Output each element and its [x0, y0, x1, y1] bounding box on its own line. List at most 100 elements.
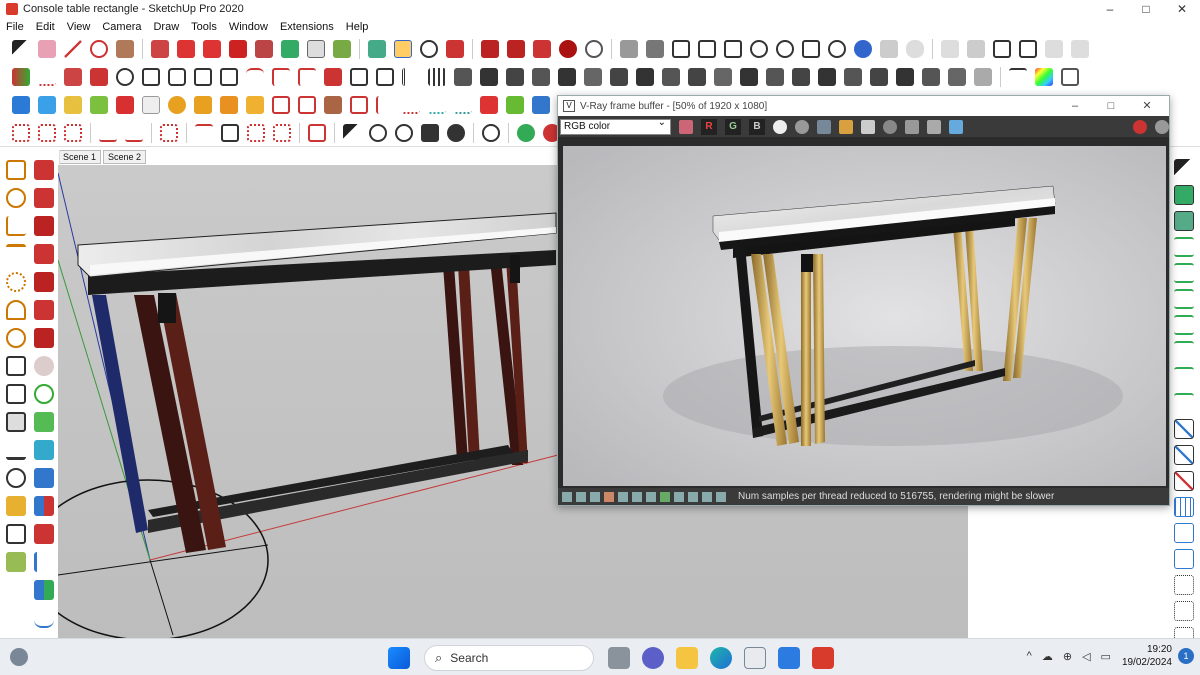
- lock-icon[interactable]: [1071, 40, 1089, 58]
- grid-blue-b-icon[interactable]: [1174, 523, 1194, 543]
- resize-icon[interactable]: [421, 123, 439, 142]
- cross-box-icon[interactable]: [221, 123, 239, 142]
- gray-circle-icon[interactable]: [795, 119, 809, 134]
- lattice-icon[interactable]: [714, 68, 732, 86]
- curves-icon[interactable]: [688, 491, 698, 502]
- line-tool-icon[interactable]: [64, 40, 82, 58]
- menu-tools[interactable]: Tools: [185, 21, 223, 33]
- material-white-icon[interactable]: [142, 96, 160, 114]
- menu-view[interactable]: View: [61, 21, 97, 33]
- tab-scene-2[interactable]: Scene 2: [103, 150, 147, 164]
- left-view-icon[interactable]: [802, 40, 820, 58]
- move-tool-icon[interactable]: [203, 40, 221, 58]
- clock[interactable]: 19:20 19/02/2024: [1122, 643, 1172, 669]
- box-solid-icon[interactable]: [6, 412, 26, 432]
- scatter-icon[interactable]: [12, 123, 30, 142]
- cloud-render-icon[interactable]: [906, 40, 924, 58]
- close-panel-icon[interactable]: [716, 491, 726, 502]
- region-render-icon[interactable]: [905, 119, 919, 134]
- triangle-tool-icon[interactable]: [6, 216, 26, 236]
- polyline-b-icon[interactable]: [125, 124, 143, 142]
- twist-icon[interactable]: [662, 68, 680, 86]
- red-arrow-d-icon[interactable]: [34, 244, 54, 264]
- white-circle-icon[interactable]: [773, 119, 787, 134]
- close-button[interactable]: ✕: [1164, 0, 1200, 18]
- share-model-icon[interactable]: [507, 40, 525, 58]
- funnel-icon[interactable]: [6, 160, 26, 180]
- corner-icon[interactable]: [298, 68, 316, 86]
- outline-icon[interactable]: [308, 123, 326, 142]
- orange-half-icon[interactable]: [194, 96, 212, 114]
- green-link-icon[interactable]: [34, 384, 54, 404]
- hist-icon[interactable]: [702, 491, 712, 502]
- scatter-c-icon[interactable]: [64, 123, 82, 142]
- arc-tool-icon[interactable]: [90, 40, 108, 58]
- red-channel-button[interactable]: R: [701, 118, 717, 135]
- stats-icon[interactable]: [632, 491, 642, 502]
- orange-box-icon[interactable]: [246, 96, 264, 114]
- move-arrows-icon[interactable]: [369, 123, 387, 142]
- channel-select[interactable]: RGB color: [560, 117, 671, 135]
- vray-frame-buffer-window[interactable]: V V-Ray frame buffer - [50% of 1920 x 10…: [557, 95, 1170, 506]
- pan-icon[interactable]: [394, 40, 412, 58]
- lines-e-icon[interactable]: [1174, 341, 1194, 361]
- red-arrow-g-icon[interactable]: [34, 328, 54, 348]
- orange-circle-icon[interactable]: [168, 96, 186, 114]
- polyline-icon[interactable]: [99, 124, 117, 142]
- split-icon[interactable]: [532, 68, 550, 86]
- joint-icon[interactable]: [974, 68, 992, 86]
- bounding-box-icon[interactable]: [160, 123, 178, 142]
- menu-edit[interactable]: Edit: [30, 21, 61, 33]
- grid-dots-b-icon[interactable]: [1174, 601, 1194, 621]
- lines-b-icon[interactable]: [1174, 263, 1194, 283]
- blue-green-icon[interactable]: [34, 580, 54, 600]
- cloth-icon[interactable]: [948, 68, 966, 86]
- ruby-icon[interactable]: [559, 40, 577, 58]
- grid-blue-icon[interactable]: [1174, 497, 1194, 517]
- blue-bar-icon[interactable]: [34, 468, 54, 488]
- section-plane-icon[interactable]: [620, 40, 638, 58]
- lines-f-icon[interactable]: [1174, 367, 1194, 387]
- grid-dots-icon[interactable]: [1174, 575, 1194, 595]
- menu-help[interactable]: Help: [340, 21, 375, 33]
- material-cyan-icon[interactable]: [38, 96, 56, 114]
- cutter-icon[interactable]: [766, 68, 784, 86]
- soften-edges-icon[interactable]: [142, 68, 160, 86]
- lights-gen-icon[interactable]: [993, 40, 1011, 58]
- asset-editor-icon[interactable]: [941, 40, 959, 58]
- array-icon[interactable]: [402, 68, 420, 86]
- vray-minimize-button[interactable]: –: [1057, 96, 1093, 116]
- head-icon[interactable]: [34, 356, 54, 376]
- circle-tool-icon[interactable]: [6, 188, 26, 208]
- material-red-icon[interactable]: [116, 96, 134, 114]
- color-gradient-icon[interactable]: [1035, 68, 1053, 86]
- taper-icon[interactable]: [792, 68, 810, 86]
- star-tool-icon[interactable]: [6, 272, 26, 292]
- scatter-b-icon[interactable]: [38, 123, 56, 142]
- bevel-icon[interactable]: [376, 68, 394, 86]
- lines-g-icon[interactable]: [1174, 393, 1194, 413]
- tray-chevron-icon[interactable]: ^: [1027, 650, 1032, 662]
- blue-line-icon[interactable]: [34, 552, 54, 572]
- onedrive-icon[interactable]: ☁: [1042, 650, 1053, 663]
- diagonal-icon[interactable]: [195, 123, 213, 142]
- green-channel-button[interactable]: G: [725, 118, 741, 135]
- door-icon[interactable]: [298, 96, 316, 114]
- display-section-icon[interactable]: [646, 40, 664, 58]
- skin-icon[interactable]: [870, 68, 888, 86]
- front-view-icon[interactable]: [724, 40, 742, 58]
- batch-render-icon[interactable]: [1019, 40, 1037, 58]
- green-shape-icon[interactable]: [34, 412, 54, 432]
- test-icon[interactable]: [660, 491, 670, 502]
- red-arrows-icon[interactable]: [34, 524, 54, 544]
- rotate-tool-icon[interactable]: [229, 40, 247, 58]
- gear-icon[interactable]: [116, 68, 134, 86]
- zoom-extents-icon[interactable]: [446, 40, 464, 58]
- grid-red-icon[interactable]: [273, 123, 291, 142]
- vray-close-button[interactable]: ✕: [1129, 96, 1165, 116]
- track-mouse-icon[interactable]: [927, 119, 941, 134]
- tab-scene-1[interactable]: Scene 1: [58, 150, 102, 164]
- notification-badge[interactable]: 1: [1178, 648, 1194, 664]
- clear-image-icon[interactable]: [861, 119, 875, 134]
- vray-maximize-button[interactable]: □: [1093, 96, 1129, 116]
